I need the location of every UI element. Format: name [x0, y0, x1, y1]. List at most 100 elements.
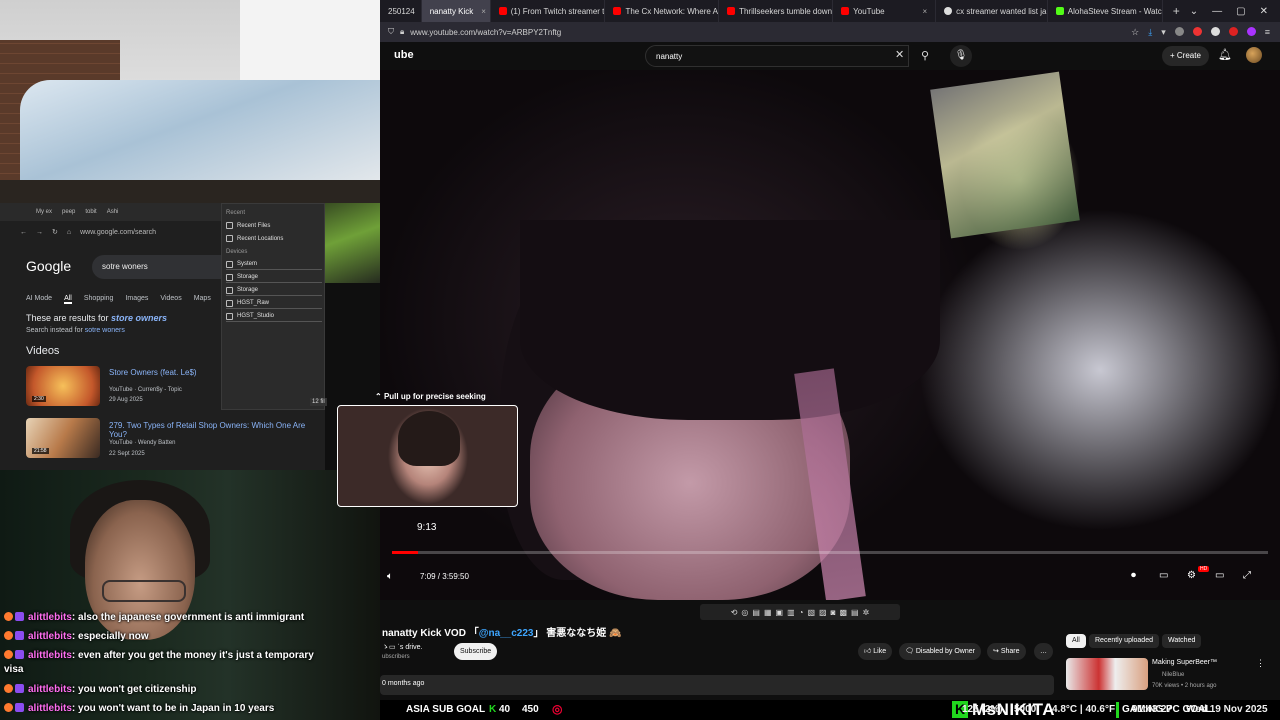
google-tab-images[interactable]: Images [125, 295, 148, 304]
video-player[interactable] [380, 70, 1280, 600]
google-search-input[interactable]: sotre woners [92, 255, 224, 279]
forward-icon[interactable]: → [36, 229, 43, 236]
title-mention-link[interactable]: @na__c223 [479, 628, 534, 639]
extension-icon[interactable] [1246, 26, 1256, 36]
mini-tab[interactable]: tobit [85, 209, 96, 215]
new-tab-button[interactable]: + [1163, 4, 1190, 18]
close-window-icon[interactable]: ✕ [1260, 6, 1268, 17]
fm-device[interactable]: Storage [226, 272, 322, 283]
fullscreen-icon[interactable]: ⤢ [1243, 570, 1251, 581]
extension-icon[interactable] [1210, 26, 1220, 36]
browser-tab[interactable]: The Cx Network: Where A [605, 0, 720, 22]
tab-list-icon[interactable]: ⌄ [1190, 6, 1198, 17]
description-box[interactable]: 0 months ago [380, 675, 1054, 695]
home-icon[interactable]: ⌂ [67, 229, 71, 236]
captions-icon[interactable]: ▭ [1159, 570, 1168, 581]
maximize-icon[interactable]: ▢ [1236, 6, 1245, 17]
extension-tool-icon[interactable]: ▩ [839, 608, 847, 617]
menu-icon[interactable]: ≡ [1265, 27, 1270, 38]
progress-bar[interactable] [392, 551, 1268, 554]
theater-mode-icon[interactable]: ▭ [1215, 570, 1224, 581]
search-icon[interactable]: ⚲ [915, 46, 935, 66]
minimize-icon[interactable]: — [1212, 6, 1222, 17]
browser-tab-active[interactable]: nanatty Kick × [421, 0, 491, 22]
subscribe-button[interactable]: Subscribe [454, 643, 498, 660]
clear-search-icon[interactable]: ✕ [895, 48, 904, 61]
browser-tab[interactable]: YouTube × [833, 0, 937, 22]
browser-tab[interactable]: (1) From Twitch streamer t [491, 0, 606, 22]
more-actions-button[interactable]: … [1034, 643, 1053, 660]
video-result-title[interactable]: 279. Two Types of Retail Shop Owners: Wh… [109, 421, 325, 439]
pocket-icon[interactable]: ▾ [1161, 27, 1166, 38]
volume-icon[interactable]: 🔈︎ [387, 571, 393, 582]
mini-tab[interactable]: My ex [36, 209, 52, 215]
extension-tool-icon[interactable]: ▤ [851, 608, 859, 617]
dislike-disabled-button[interactable]: 🗨︎ Disabled by Owner [899, 643, 981, 660]
extension-tool-icon[interactable]: ▦ [764, 608, 772, 617]
extension-icon[interactable] [1192, 26, 1202, 36]
back-icon[interactable]: ← [20, 229, 27, 236]
bookmark-star-icon[interactable]: ☆ [1131, 27, 1139, 38]
fm-device[interactable]: Storage [226, 285, 322, 296]
recommended-video-title[interactable]: Making SuperBeer™ [1152, 659, 1217, 666]
google-logo[interactable]: Google [26, 258, 71, 274]
shield-icon[interactable]: ⛉ [388, 27, 394, 37]
reload-icon[interactable]: ↻ [52, 228, 58, 236]
screenshot-icon[interactable]: ◙ [831, 608, 836, 617]
extension-icon[interactable] [1174, 26, 1184, 36]
chip-recently-uploaded[interactable]: Recently uploaded [1089, 634, 1159, 648]
browser-tab[interactable]: AlohaSteve Stream - Watc [1048, 0, 1163, 22]
account-avatar[interactable] [1246, 47, 1262, 63]
chip-all[interactable]: All [1066, 634, 1086, 648]
mini-tab[interactable]: Ashi [107, 209, 119, 215]
google-tab-shopping[interactable]: Shopping [84, 295, 114, 304]
notifications-bell-icon[interactable]: 🔔︎ [1218, 48, 1232, 61]
channel-name[interactable]: ゝ▭ ˈs ɗrive. [382, 642, 422, 652]
fm-recent-files[interactable]: Recent Files [226, 220, 322, 231]
extension-tool-icon[interactable]: ▧ [807, 608, 815, 617]
video-result-title[interactable]: Store Owners (feat. Le$) [109, 368, 197, 377]
autoplay-toggle[interactable]: ⏺ [1131, 570, 1136, 581]
microphone-icon[interactable]: 🎙︎ [950, 45, 972, 67]
extension-icon[interactable] [1228, 26, 1238, 36]
create-button[interactable]: + Create [1162, 46, 1209, 66]
audio-icon[interactable]: ◎ [741, 608, 748, 617]
extension-tool-icon[interactable]: ▤ [752, 608, 760, 617]
settings-gear-icon[interactable]: ⚙ [1187, 570, 1196, 581]
extension-tool-icon[interactable]: ▣ [776, 608, 784, 617]
recommended-video-thumbnail[interactable] [1066, 658, 1148, 690]
download-icon[interactable]: ⤓ [1148, 27, 1152, 38]
google-tab-videos[interactable]: Videos [160, 295, 181, 304]
browser-tab[interactable]: Thrillseekers tumble down [719, 0, 834, 22]
fm-device[interactable]: HGST_Studio [226, 311, 322, 322]
lock-icon[interactable]: 🔒︎ [400, 27, 404, 37]
browser-tab[interactable]: cx streamer wanted list ja [936, 0, 1048, 22]
close-tab-icon[interactable]: × [477, 7, 486, 16]
chat-message: alittlebits: especially now [4, 631, 149, 642]
loop-icon[interactable]: ⟲ [731, 608, 738, 617]
close-tab-icon[interactable]: × [919, 7, 928, 16]
corrected-term-link[interactable]: store owners [111, 313, 167, 323]
extension-tool-icon[interactable]: ▨ [819, 608, 827, 617]
google-tab-maps[interactable]: Maps [194, 295, 211, 304]
like-button[interactable]: 👍︎ Like [858, 643, 893, 660]
recommended-video-channel[interactable]: NileBlue [1162, 672, 1184, 678]
google-tab-ai-mode[interactable]: AI Mode [26, 295, 52, 304]
recommendation-menu-icon[interactable]: ⋮ [1256, 658, 1265, 669]
fm-device[interactable]: System [226, 259, 322, 270]
original-term-link[interactable]: sotre woners [85, 327, 125, 334]
browser-tab[interactable]: 250124 [380, 0, 422, 22]
search-input[interactable]: nanatty [645, 45, 909, 67]
extension-settings-icon[interactable]: ✲ [863, 608, 870, 617]
fm-device[interactable]: HGST_Raw [226, 298, 322, 309]
youtube-logo[interactable]: ube [394, 49, 414, 61]
url-text[interactable]: www.youtube.com/watch?v=ARBPY2Tnftg [410, 28, 561, 37]
mini-url-text[interactable]: www.google.com/search [80, 229, 156, 236]
extension-tool-icon[interactable]: ▥ [787, 608, 795, 617]
share-button[interactable]: ↪ Share [987, 643, 1026, 660]
chip-watched[interactable]: Watched [1162, 634, 1202, 648]
google-tab-all[interactable]: All [64, 295, 72, 304]
fm-recent-locations[interactable]: Recent Locations [226, 233, 322, 244]
mini-tab[interactable]: peep [62, 209, 75, 215]
speed-icon[interactable]: ◔ [799, 608, 804, 617]
